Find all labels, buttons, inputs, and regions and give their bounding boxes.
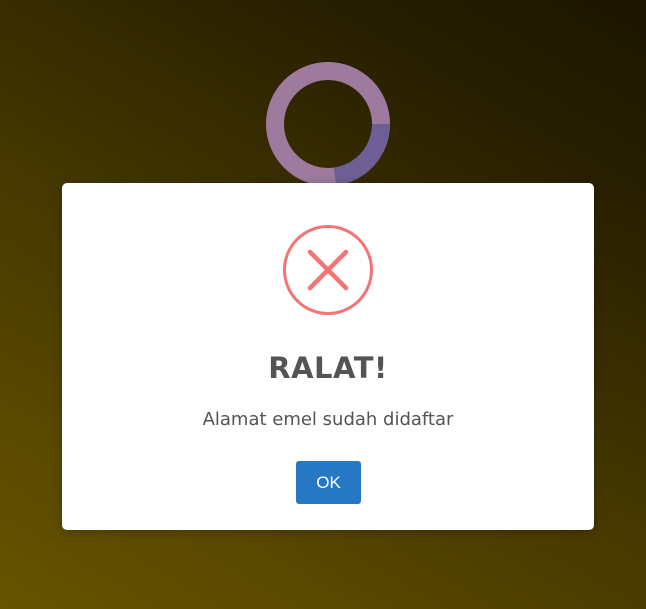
page-body: { "colors": { "background_top_right": "#… [0, 0, 646, 609]
loading-spinner-icon [266, 62, 390, 186]
error-x-circle-icon [283, 225, 373, 315]
ok-button[interactable]: OK [296, 461, 361, 504]
dialog-message: Alamat emel sudah didaftar [202, 409, 454, 430]
dialog-title: RALAT! [268, 351, 388, 385]
error-dialog: RALAT! Alamat emel sudah didaftar OK [62, 183, 594, 530]
